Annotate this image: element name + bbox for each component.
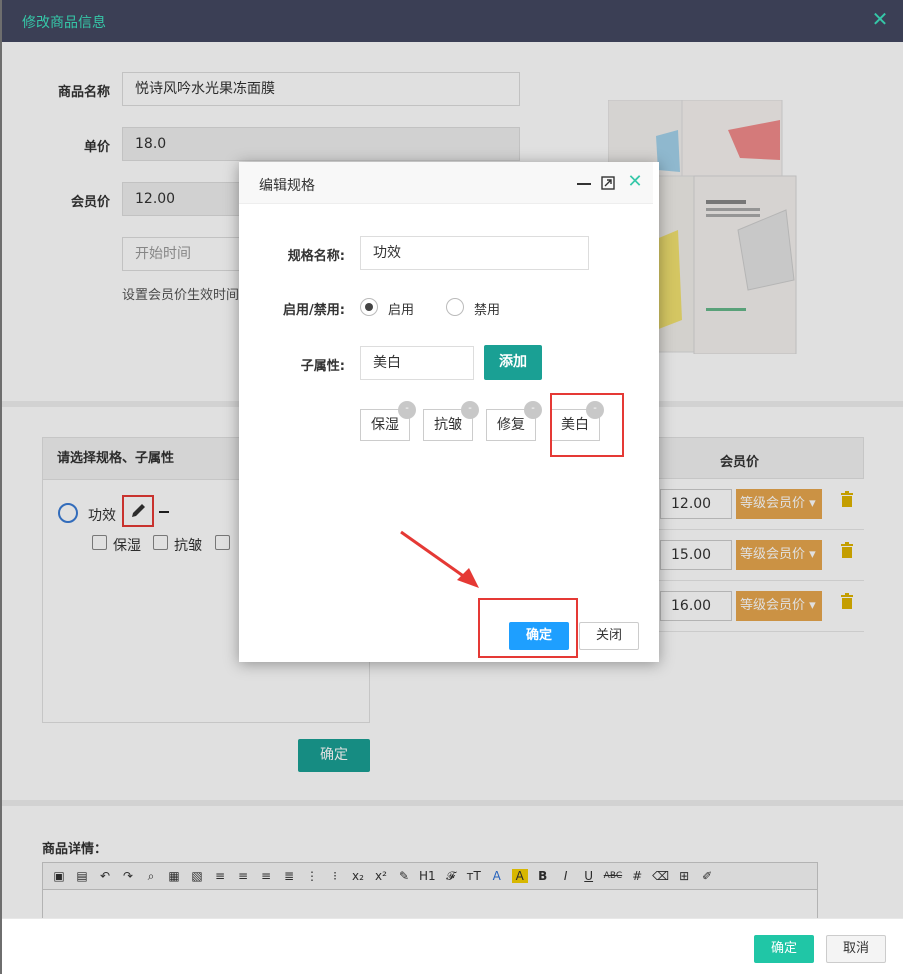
remove-tag-icon[interactable]: - <box>524 401 542 419</box>
remove-tag-icon[interactable]: - <box>461 401 479 419</box>
remove-tag-icon[interactable]: - <box>398 401 416 419</box>
dialog-header: 编辑规格 ✕ <box>239 162 659 204</box>
footer-cancel-button[interactable]: 取消 <box>826 935 886 963</box>
add-child-button[interactable]: 添加 <box>484 345 542 380</box>
spec-name-input[interactable]: 功效 <box>360 236 589 270</box>
modal-title: 修改商品信息 <box>22 15 106 31</box>
status-label: 启用/禁用: <box>283 303 345 318</box>
child-attr-label: 子属性: <box>300 359 345 374</box>
edit-spec-dialog: 编辑规格 ✕ 规格名称: 功效 启用/禁用: 启用 禁用 子属性: 美白 添加 … <box>239 162 659 662</box>
spec-name-label: 规格名称: <box>287 249 345 264</box>
minimize-icon[interactable] <box>577 183 591 185</box>
child-attr-input[interactable]: 美白 <box>360 346 474 380</box>
close-icon[interactable]: ✕ <box>627 173 643 191</box>
modal-header: 修改商品信息 ✕ <box>2 0 903 42</box>
disable-label: 禁用 <box>474 303 501 318</box>
enable-label: 启用 <box>388 303 415 318</box>
maximize-icon[interactable] <box>601 176 615 190</box>
dialog-title: 编辑规格 <box>259 178 315 194</box>
enable-radio[interactable] <box>360 298 378 316</box>
arrow-icon <box>400 530 479 588</box>
dialog-scrollbar[interactable] <box>653 162 659 446</box>
dialog-close-button[interactable]: 关闭 <box>579 622 639 650</box>
dialog-confirm-button[interactable]: 确定 <box>509 622 569 650</box>
close-icon[interactable]: ✕ <box>871 9 889 29</box>
footer-confirm-button[interactable]: 确定 <box>754 935 814 963</box>
modal-footer: 确定 取消 <box>2 918 903 974</box>
highlight-new-tag <box>550 393 624 457</box>
disable-radio[interactable] <box>446 298 464 316</box>
